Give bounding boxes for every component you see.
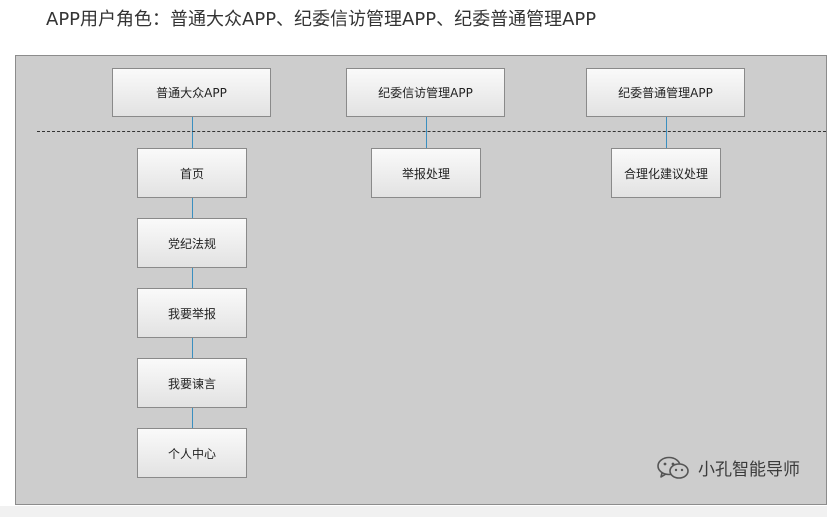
node-personal-center: 个人中心 [137,428,247,478]
node-submit-advice: 我要谏言 [137,358,247,408]
node-report-handling: 举报处理 [371,148,481,198]
connector-line [192,337,193,358]
role-divider-line [37,131,826,132]
node-suggestion-handling: 合理化建议处理 [611,148,721,198]
node-party-regulations: 党纪法规 [137,218,247,268]
connector-line [192,407,193,428]
bottom-strip [0,506,827,517]
watermark-text: 小孔智能导师 [698,460,800,480]
connector-line [192,117,193,148]
connector-line [666,117,667,148]
node-home: 首页 [137,148,247,198]
role-box-petition-management-app: 纪委信访管理APP [346,68,505,117]
role-box-public-app: 普通大众APP [112,68,271,117]
wechat-icon [657,456,689,479]
node-submit-report: 我要举报 [137,288,247,338]
connector-line [192,197,193,218]
page-title: APP用户角色：普通大众APP、纪委信访管理APP、纪委普通管理APP [46,9,597,30]
connector-line [426,117,427,148]
connector-line [192,267,193,288]
role-diagram: 普通大众APP 纪委信访管理APP 纪委普通管理APP 首页 党纪法规 我要举报… [15,55,827,505]
watermark: 小孔智能导师 [656,455,800,480]
role-box-general-management-app: 纪委普通管理APP [586,68,745,117]
